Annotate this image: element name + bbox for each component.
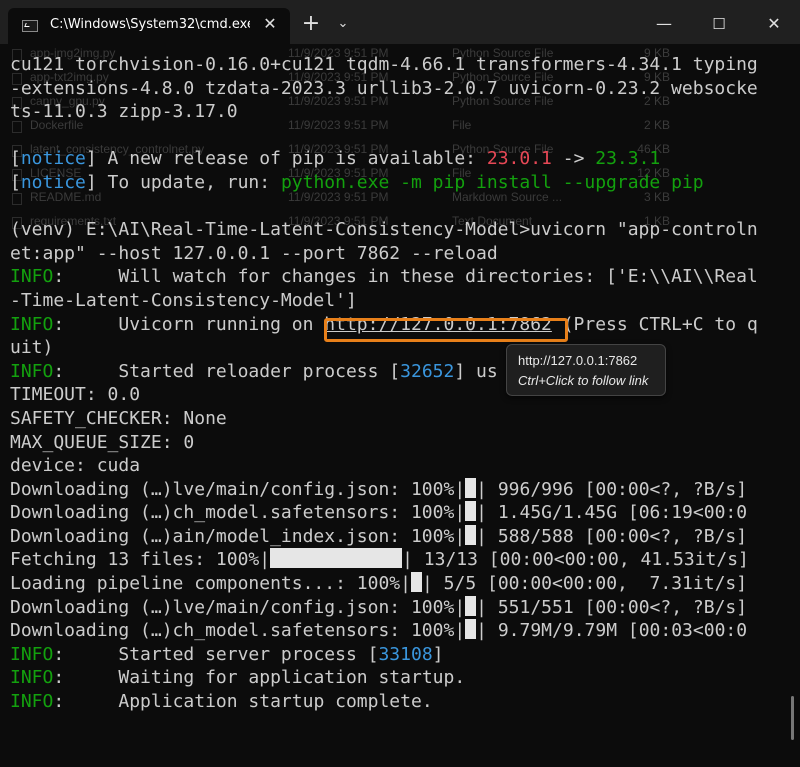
progress-bar bbox=[270, 548, 403, 569]
progress-line: Downloading (…)ch_model.safetensors: 100… bbox=[10, 619, 748, 642]
new-tab-button[interactable]: + bbox=[300, 13, 322, 35]
info-line: INFO: Will watch for changes in these di… bbox=[10, 266, 758, 288]
info-label: INFO bbox=[10, 691, 54, 713]
terminal-tab[interactable]: C:\Windows\System32\cmd.exe ✕ bbox=[8, 8, 290, 44]
close-window-button[interactable]: ✕ bbox=[764, 14, 784, 34]
output-line: -extensions-4.8.0 tzdata-2023.3 urllib3-… bbox=[10, 77, 758, 99]
progress-bar bbox=[465, 619, 477, 640]
update-message: To update, run: bbox=[96, 171, 281, 193]
pip-update-line: [notice] To update, run: python.exe -m p… bbox=[10, 171, 704, 193]
progress-line: Downloading (…)lve/main/config.json: 100… bbox=[10, 595, 748, 618]
info-label: INFO bbox=[10, 313, 54, 335]
output-line: device: cuda bbox=[10, 455, 141, 477]
update-command: python.exe -m pip install --upgrade pip bbox=[280, 171, 704, 193]
pip-old-version: 23.0.1 bbox=[486, 148, 552, 170]
command-line: (venv) E:\AI\Real-Time-Latent-Consistenc… bbox=[10, 219, 758, 241]
progress-line: Downloading (…)ch_model.safetensors: 100… bbox=[10, 501, 748, 524]
cmd-icon bbox=[22, 20, 38, 32]
output-line: MAX_QUEUE_SIZE: 0 bbox=[10, 431, 195, 453]
progress-line: Downloading (…)lve/main/config.json: 100… bbox=[10, 477, 748, 500]
info-label: INFO bbox=[10, 266, 54, 288]
terminal-output[interactable]: app-img2img.py 11/9/2023 9:51 PM Python So… bbox=[10, 46, 780, 766]
url-highlight-box bbox=[324, 318, 568, 342]
output-line: ts-11.0.3 zipp-3.17.0 bbox=[10, 101, 238, 123]
info-line: INFO: Started server process [33108] bbox=[10, 643, 444, 665]
info-label: INFO bbox=[10, 667, 54, 689]
tooltip-hint: Ctrl+Click to follow link bbox=[518, 373, 649, 388]
process-id: 32652 bbox=[400, 360, 455, 382]
tab-close-icon[interactable]: ✕ bbox=[260, 14, 280, 34]
progress-line: Fetching 13 files: 100%| | 13/13 [00:00<0… bbox=[10, 548, 749, 571]
output-line: SAFETY_CHECKER: None bbox=[10, 407, 227, 429]
notice-label: notice bbox=[20, 148, 86, 170]
info-label: INFO bbox=[10, 643, 54, 665]
progress-bar bbox=[465, 524, 477, 545]
title-bar: C:\Windows\System32\cmd.exe ✕ + ⌄ — ☐ ✕ bbox=[0, 0, 800, 44]
minimize-button[interactable]: — bbox=[654, 14, 674, 34]
progress-bar bbox=[465, 477, 477, 498]
info-line: INFO: Application startup complete. bbox=[10, 691, 433, 713]
link-tooltip: http://127.0.0.1:7862 Ctrl+Click to foll… bbox=[506, 344, 666, 396]
scrollbar-thumb[interactable] bbox=[791, 696, 794, 740]
progress-bar bbox=[465, 501, 477, 522]
output-line: cu121 torchvision-0.16.0+cu121 tqdm-4.66… bbox=[10, 54, 758, 75]
pip-message: A new release of pip is available: bbox=[96, 148, 487, 170]
pip-new-version: 23.3.1 bbox=[595, 148, 661, 170]
pip-notice-line: [notice] A new release of pip is availab… bbox=[10, 148, 661, 170]
tab-title: C:\Windows\System32\cmd.exe bbox=[50, 17, 250, 32]
chevron-down-icon[interactable]: ⌄ bbox=[333, 14, 353, 34]
progress-bar bbox=[410, 572, 422, 593]
progress-line: Loading pipeline components...: 100%| | 5… bbox=[10, 572, 748, 595]
command-line: et:app" --host 127.0.0.1 --port 7862 --r… bbox=[10, 242, 498, 264]
maximize-button[interactable]: ☐ bbox=[709, 14, 729, 34]
output-line: -Time-Latent-Consistency-Model'] bbox=[10, 289, 357, 311]
process-id: 33108 bbox=[378, 643, 433, 665]
progress-line: Downloading (…)ain/model_index.json: 100… bbox=[10, 524, 748, 547]
arrow: -> bbox=[551, 148, 596, 170]
progress-bar bbox=[465, 595, 477, 616]
info-label: INFO bbox=[10, 360, 54, 382]
notice-label: notice bbox=[20, 171, 86, 193]
tooltip-url: http://127.0.0.1:7862 bbox=[518, 353, 638, 368]
info-line: INFO: Waiting for application startup. bbox=[10, 667, 466, 689]
